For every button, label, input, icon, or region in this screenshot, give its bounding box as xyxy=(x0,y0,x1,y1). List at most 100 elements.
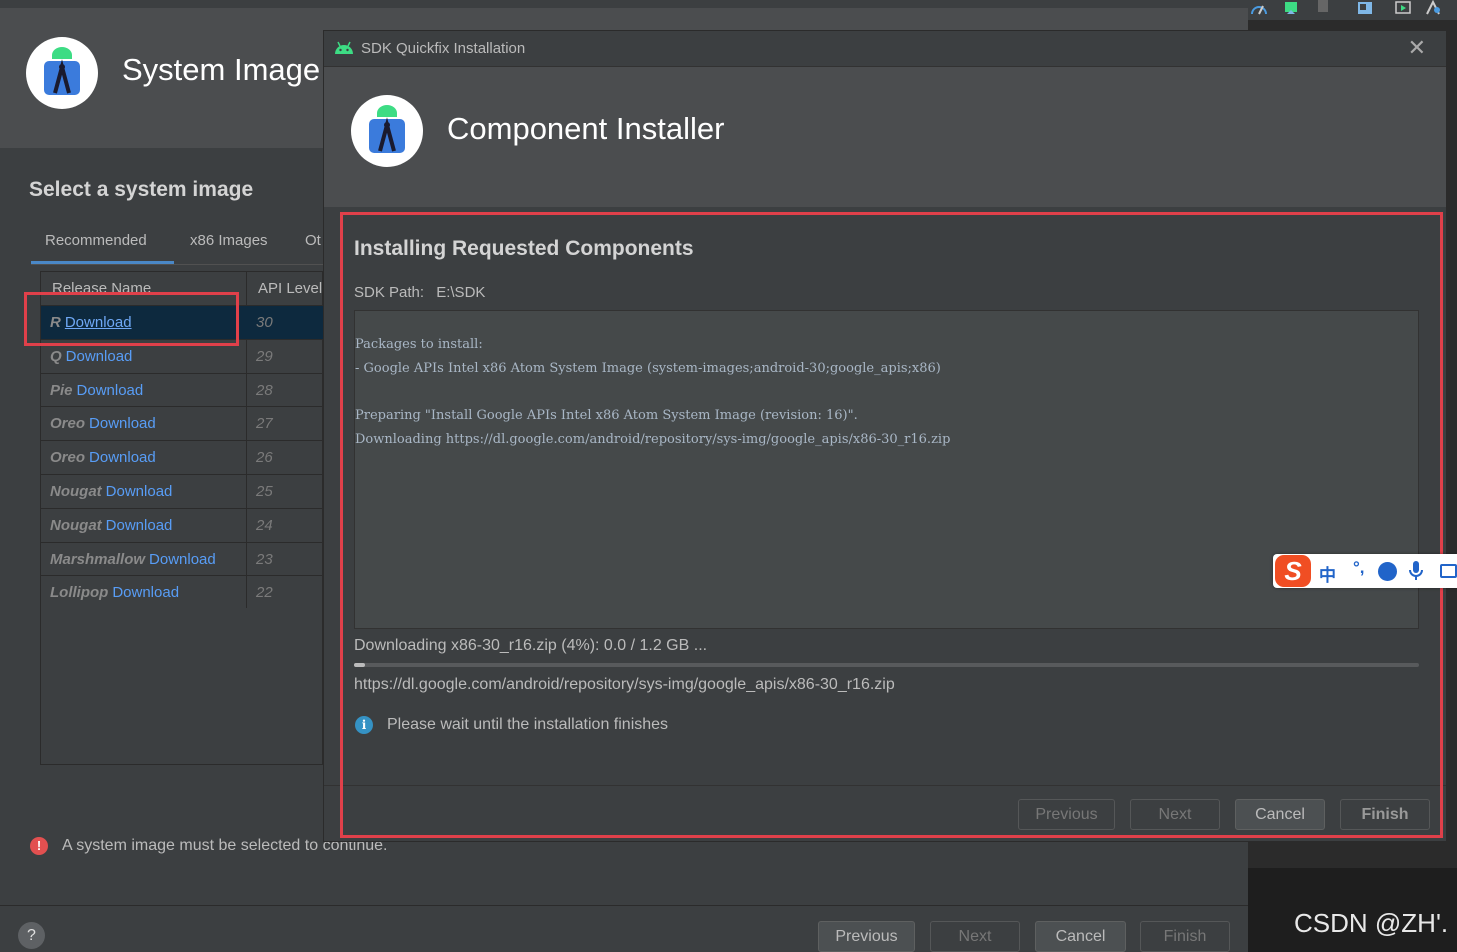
installer-footer-divider xyxy=(324,785,1446,786)
ime-logo[interactable]: S xyxy=(1275,555,1311,587)
release-name-cell: Q Download xyxy=(50,340,132,373)
release-codename: R xyxy=(50,314,61,331)
download-link[interactable]: Download xyxy=(106,483,173,500)
release-name-cell: Oreo Download xyxy=(50,441,156,474)
footer-divider xyxy=(0,905,1248,906)
release-name-cell: Pie Download xyxy=(50,374,143,407)
installer-next-button[interactable]: Next xyxy=(1130,799,1220,830)
device-manager-icon[interactable] xyxy=(1356,0,1374,16)
section-title: Select a system image xyxy=(29,178,254,201)
table-row[interactable]: R Download 30 xyxy=(41,305,324,339)
release-codename: Nougat xyxy=(50,483,102,500)
wizard-title: System Image xyxy=(122,52,321,87)
info-message: Please wait until the installation finis… xyxy=(387,716,669,733)
download-link[interactable]: Download xyxy=(65,314,132,331)
tab-other-images[interactable]: Ot xyxy=(305,232,321,249)
api-level-cell: 30 xyxy=(256,314,273,331)
download-link[interactable]: Download xyxy=(89,415,156,432)
tab-recommended[interactable]: Recommended xyxy=(45,232,147,249)
tab-x86-images[interactable]: x86 Images xyxy=(190,232,268,249)
error-icon: ! xyxy=(30,837,48,855)
log-line: Preparing "Install Google APIs Intel x86… xyxy=(355,408,858,423)
wizard-cancel-button[interactable]: Cancel xyxy=(1035,921,1126,952)
release-name-cell: Nougat Download xyxy=(50,475,172,508)
log-line: Downloading https://dl.google.com/androi… xyxy=(355,432,951,447)
release-codename: Pie xyxy=(50,381,73,399)
sdk-path-label: SDK Path: xyxy=(354,284,425,301)
stop-icon[interactable] xyxy=(1314,0,1332,16)
profiler-icon[interactable] xyxy=(1250,0,1268,16)
installer-cancel-button[interactable]: Cancel xyxy=(1235,799,1325,830)
log-line: - Google APIs Intel x86 Atom System Imag… xyxy=(355,361,941,376)
sdk-quickfix-dialog: SDK Quickfix Installation ✕ Component In… xyxy=(323,30,1447,842)
sync-icon[interactable] xyxy=(1282,0,1300,16)
wizard-next-button[interactable]: Next xyxy=(930,921,1020,952)
sdk-path: SDK Path: E:\SDK xyxy=(354,284,485,301)
column-header-release-name[interactable]: Release Name xyxy=(52,272,247,305)
release-name-cell: Lollipop Download xyxy=(50,576,179,609)
android-icon xyxy=(335,41,353,54)
download-link[interactable]: Download xyxy=(77,382,144,399)
download-status: Downloading x86-30_r16.zip (4%): 0.0 / 1… xyxy=(354,637,708,654)
table-row[interactable]: Marshmallow Download 23 xyxy=(41,541,324,576)
keyboard-icon[interactable] xyxy=(1440,564,1457,578)
android-studio-logo-icon xyxy=(351,95,423,167)
download-progress-bar xyxy=(354,663,1419,667)
ide-toolbar xyxy=(1248,0,1457,20)
api-level-cell: 22 xyxy=(256,584,273,602)
ime-punctuation-mode[interactable]: °, xyxy=(1353,558,1365,578)
release-name-cell: Marshmallow Download xyxy=(50,543,216,576)
api-level-cell: 29 xyxy=(256,347,273,365)
column-header-api-level[interactable]: API Level xyxy=(258,272,324,305)
sdk-path-value: E:\SDK xyxy=(436,284,486,301)
emoji-icon[interactable] xyxy=(1378,562,1397,581)
release-codename: Oreo xyxy=(50,449,86,467)
install-log[interactable]: Packages to install: - Google APIs Intel… xyxy=(354,310,1419,629)
release-codename: Oreo xyxy=(50,415,86,433)
release-name-cell: Nougat Download xyxy=(50,509,172,542)
table-row[interactable]: Pie Download 28 xyxy=(41,372,324,407)
wizard-finish-button[interactable]: Finish xyxy=(1140,921,1230,952)
installer-header: Component Installer xyxy=(324,67,1446,207)
table-row[interactable]: Oreo Download 26 xyxy=(41,440,324,474)
table-row[interactable]: Oreo Download 27 xyxy=(41,406,324,440)
ime-language-mode[interactable]: 中 xyxy=(1319,561,1336,586)
installer-previous-button[interactable]: Previous xyxy=(1018,799,1115,830)
tab-divider xyxy=(31,264,323,265)
download-link[interactable]: Download xyxy=(149,551,216,568)
android-studio-logo-icon xyxy=(26,37,98,109)
log-line: Packages to install: xyxy=(355,337,483,352)
installing-heading: Installing Requested Components xyxy=(354,237,694,260)
release-name-cell: Oreo Download xyxy=(50,407,156,440)
wizard-previous-button[interactable]: Previous xyxy=(818,921,915,952)
download-link[interactable]: Download xyxy=(106,517,173,534)
download-link[interactable]: Download xyxy=(66,348,133,365)
table-row[interactable]: Lollipop Download 22 xyxy=(41,575,324,609)
help-icon[interactable]: ? xyxy=(18,922,45,949)
api-level-cell: 27 xyxy=(256,415,273,433)
download-progress-fill xyxy=(354,663,365,667)
table-row[interactable]: Nougat Download 25 xyxy=(41,474,324,508)
release-codename: Marshmallow xyxy=(50,550,146,568)
dialog-titlebar: SDK Quickfix Installation ✕ xyxy=(324,31,1446,67)
system-image-table: Release Name API Level R Download 30 Q Downl… xyxy=(40,271,324,765)
installer-finish-button[interactable]: Finish xyxy=(1340,799,1430,830)
ime-toolbar: S 中 °, xyxy=(1273,554,1457,588)
api-level-cell: 28 xyxy=(256,381,273,399)
release-codename: Nougat xyxy=(50,516,102,534)
release-codename: Lollipop xyxy=(50,584,109,602)
release-name-cell: R Download xyxy=(50,306,132,339)
table-row[interactable]: Q Download 29 xyxy=(41,338,324,373)
download-url: https://dl.google.com/android/repository… xyxy=(354,676,895,693)
download-link[interactable]: Download xyxy=(112,584,179,601)
table-row[interactable]: Nougat Download 24 xyxy=(41,507,324,542)
microphone-icon[interactable] xyxy=(1409,561,1423,581)
installer-title: Component Installer xyxy=(447,111,725,146)
sdk-manager-icon[interactable] xyxy=(1424,0,1442,16)
emulator-icon[interactable] xyxy=(1394,0,1412,16)
release-codename: Q xyxy=(50,347,62,365)
close-icon[interactable]: ✕ xyxy=(1408,37,1426,59)
watermark: CSDN @ZH'. xyxy=(1294,908,1449,938)
api-level-cell: 25 xyxy=(256,483,273,500)
download-link[interactable]: Download xyxy=(89,449,156,466)
